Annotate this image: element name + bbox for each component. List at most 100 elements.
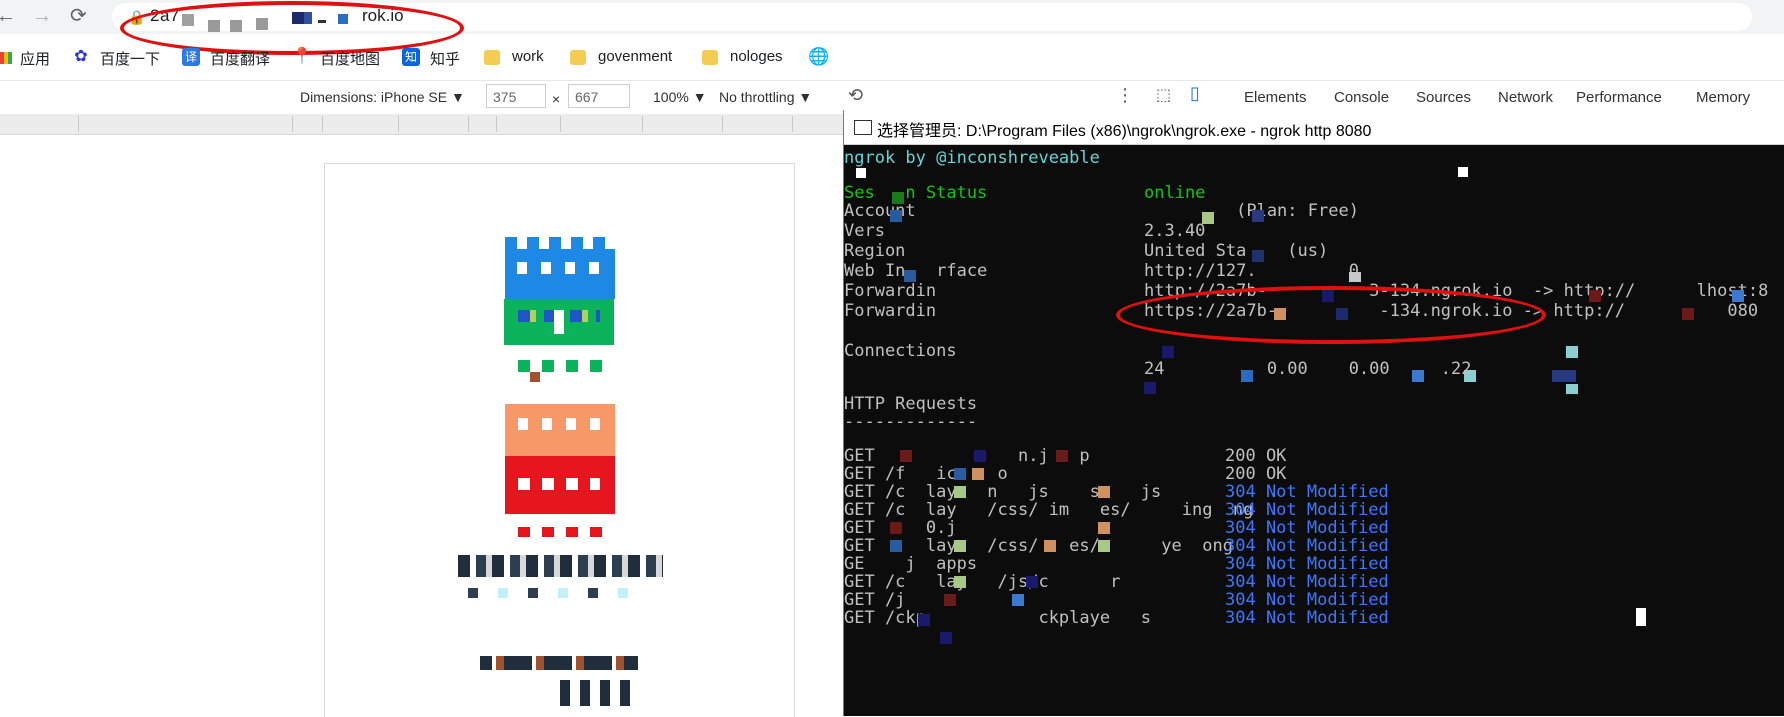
http-requests-rule: ------------- xyxy=(844,412,978,432)
preview-mosaic-row2 xyxy=(468,588,648,598)
ruler-tick xyxy=(560,116,561,132)
annotation-ellipse-forwarding xyxy=(1116,286,1546,344)
connections-metrics-partial: 24 0.00 0.00 .22 xyxy=(1144,359,1472,379)
preview-orange-squares xyxy=(518,418,600,430)
preview-mosaic-row4 xyxy=(560,680,630,706)
preview-blue-squares xyxy=(517,262,607,274)
bookmark-folder-govenment[interactable]: govenment xyxy=(598,48,672,65)
terminal-redaction xyxy=(1162,346,1174,358)
request-row: GET /c lay /css/ im es/ ing ng xyxy=(844,500,1254,520)
ruler-tick xyxy=(722,116,723,132)
ruler-tick xyxy=(468,116,469,132)
ruler-tick xyxy=(292,116,293,132)
connections-label: Connections xyxy=(844,341,957,361)
bookmark-baidu[interactable]: 百度一下 xyxy=(100,48,160,69)
tab-memory[interactable]: Memory xyxy=(1696,89,1750,106)
request-status: 304 Not Modified xyxy=(1225,590,1389,610)
terminal-redaction xyxy=(954,468,966,480)
preview-green-row xyxy=(518,360,608,372)
baidu-paw-icon: ✿ xyxy=(74,48,88,65)
preview-brown-dot xyxy=(530,372,540,382)
cursor-marker xyxy=(856,168,866,178)
terminal-redaction xyxy=(1098,522,1110,534)
folder-icon xyxy=(484,50,500,65)
ruler-tick xyxy=(496,116,497,132)
device-width-input[interactable]: 375 xyxy=(486,84,546,108)
request-status: 304 Not Modified xyxy=(1225,572,1389,592)
terminal-redaction xyxy=(890,540,902,552)
request-status: 200 OK xyxy=(1225,446,1287,466)
terminal-window[interactable]: 选择管理员: D:\Program Files (x86)\ngrok\ngro… xyxy=(843,110,1784,716)
terminal-redaction xyxy=(1252,210,1264,222)
back-arrow-icon[interactable]: ← xyxy=(0,4,16,28)
preview-white-bar xyxy=(554,310,564,334)
tab-sources[interactable]: Sources xyxy=(1416,89,1471,106)
terminal-redaction xyxy=(940,632,952,644)
console-window-icon xyxy=(854,120,872,135)
terminal-redaction xyxy=(904,270,916,282)
preview-orange-band xyxy=(505,404,615,456)
request-status: 304 Not Modified xyxy=(1225,500,1389,520)
device-height-input[interactable]: 667 xyxy=(568,84,630,108)
reload-icon[interactable]: ⟳ xyxy=(70,4,87,28)
preview-red-squares xyxy=(518,478,600,490)
bookmark-baidu-translate[interactable]: 百度翻译 xyxy=(210,48,270,69)
preview-mosaic-row3 xyxy=(480,656,638,670)
throttling-select[interactable]: No throttling ▼ xyxy=(719,89,812,105)
version-value: 2.3.40 xyxy=(1144,221,1206,241)
tab-elements[interactable]: Elements xyxy=(1244,89,1307,106)
request-status: 304 Not Modified xyxy=(1225,608,1389,628)
ruler-tick xyxy=(642,116,643,132)
kebab-menu-icon[interactable]: ⋮ xyxy=(1116,85,1134,106)
terminal-redaction xyxy=(974,450,986,462)
device-toggle-icon[interactable]: ▯ xyxy=(1190,83,1200,104)
tab-performance[interactable]: Performance xyxy=(1576,89,1662,106)
rotate-icon[interactable]: ⟲ xyxy=(848,85,863,106)
terminal-title-bar[interactable]: 选择管理员: D:\Program Files (x86)\ngrok\ngro… xyxy=(844,110,1784,145)
http-requests-header: HTTP Requests xyxy=(844,394,978,414)
terminal-redaction xyxy=(954,486,966,498)
zhihu-icon: 知 xyxy=(402,48,420,66)
cursor-marker xyxy=(1458,167,1468,177)
preview-dark-mosaic xyxy=(458,555,663,577)
terminal-redaction xyxy=(1552,370,1576,382)
tab-network[interactable]: Network xyxy=(1498,89,1553,106)
account-label: Account xyxy=(844,201,916,221)
terminal-redaction xyxy=(1566,384,1578,394)
session-status-label: Ses n Status xyxy=(844,183,988,203)
globe-icon[interactable]: 🌐 xyxy=(808,48,829,66)
terminal-redaction xyxy=(944,594,956,606)
baidu-translate-icon: 译 xyxy=(182,48,200,66)
terminal-redaction xyxy=(954,576,966,588)
tab-console[interactable]: Console xyxy=(1334,89,1389,106)
terminal-redaction xyxy=(1144,382,1156,394)
request-status: 304 Not Modified xyxy=(1225,536,1389,556)
request-status: 200 OK xyxy=(1225,464,1287,484)
zoom-select[interactable]: 100% ▼ xyxy=(653,89,707,105)
inspect-element-icon[interactable]: ⬚ xyxy=(1156,85,1171,105)
terminal-redaction xyxy=(1589,290,1601,302)
bookmark-zhihu[interactable]: 知乎 xyxy=(430,48,460,69)
terminal-redaction xyxy=(1044,540,1056,552)
bookmark-baidu-map[interactable]: 百度地图 xyxy=(320,48,380,69)
terminal-redaction xyxy=(972,468,984,480)
terminal-redaction xyxy=(1026,576,1038,588)
request-row: GET /c lay /js/c r xyxy=(844,572,1121,592)
terminal-redaction xyxy=(1349,272,1361,282)
terminal-redaction xyxy=(890,210,902,222)
ruler-tick xyxy=(792,116,793,132)
bookmark-apps[interactable]: 应用 xyxy=(20,48,50,69)
forward-arrow-icon[interactable]: → xyxy=(32,4,52,28)
device-dimensions-select[interactable]: Dimensions: iPhone SE ▼ xyxy=(300,89,465,105)
baidu-map-pin-icon: 📍 xyxy=(292,48,312,65)
version-label: Vers xyxy=(844,221,885,241)
ruler-tick xyxy=(78,116,79,132)
request-row: GET /ckp ckplaye s xyxy=(844,608,1152,628)
terminal-redaction xyxy=(1098,486,1110,498)
apps-grid-icon xyxy=(0,52,12,64)
bookmark-folder-nologes[interactable]: nologes xyxy=(730,48,783,65)
media-query-ruler xyxy=(0,114,845,135)
request-row: GET /j xyxy=(844,590,906,610)
ruler-tick xyxy=(322,116,323,132)
bookmark-folder-work[interactable]: work xyxy=(512,48,544,65)
